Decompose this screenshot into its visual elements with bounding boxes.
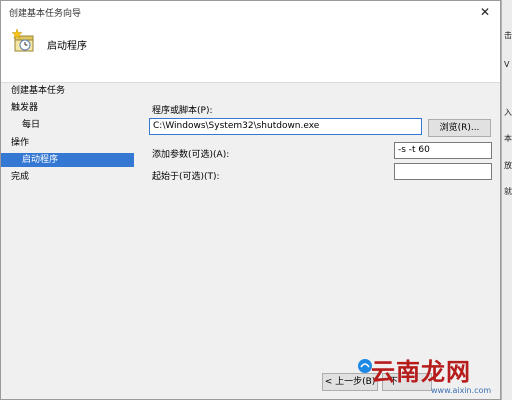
arguments-input[interactable]: -s -t 60 <box>394 142 492 159</box>
close-button[interactable]: ✕ <box>470 1 500 23</box>
step-label: 创建基本任务 <box>11 86 66 96</box>
wizard-header: 启动程序 <box>1 23 500 83</box>
step-action: 操作 <box>1 136 29 150</box>
start-in-input[interactable] <box>394 163 492 180</box>
arguments-label: 添加参数(可选)(A): <box>152 150 230 160</box>
step-label: 触发器 <box>11 103 39 113</box>
close-icon: ✕ <box>479 5 491 19</box>
step-start-program: 启动程序 <box>1 153 134 167</box>
program-label: 程序或脚本(P): <box>152 106 213 116</box>
browse-button[interactable]: 浏览(R)... <box>428 119 491 137</box>
wizard-steps: 创建基本任务 触发器 每日 操作 启动程序 完成 <box>1 84 136 399</box>
edge-char: 入 <box>504 108 512 117</box>
edge-char: 放 <box>504 161 512 170</box>
edge-char: 就 <box>504 187 512 196</box>
step-label: 操作 <box>11 138 30 148</box>
watermark-url: www.aixin.com <box>431 386 492 395</box>
window-title: 创建基本任务向导 <box>9 9 82 19</box>
edge-char: 本 <box>504 134 512 143</box>
step-label: 每日 <box>22 120 41 130</box>
step-daily: 每日 <box>1 118 134 132</box>
create-basic-task-wizard: 创建基本任务向导 ✕ 启动程序 创建基本任务 触发器 每日 操作 启动程序 完成… <box>0 0 501 400</box>
step-label: 启动程序 <box>22 155 59 165</box>
edge-char: V <box>504 60 510 69</box>
start-in-label: 起始于(可选)(T): <box>152 172 220 182</box>
step-trigger: 触发器 <box>1 101 38 115</box>
page-title: 启动程序 <box>47 41 87 52</box>
background-window-edge: 击 V 入 本 放 就 <box>501 0 512 400</box>
step-finish: 完成 <box>1 170 29 184</box>
watermark: 云南龙网 www.aixin.com <box>357 352 507 400</box>
step-create-basic-task: 创建基本任务 <box>1 84 65 98</box>
watermark-text: 云南龙网 <box>371 358 471 386</box>
task-clock-icon <box>11 28 34 52</box>
step-label: 完成 <box>11 172 30 182</box>
title-bar: 创建基本任务向导 ✕ <box>1 1 500 23</box>
edge-char: 击 <box>504 31 512 40</box>
program-input[interactable]: C:\Windows\System32\shutdown.exe <box>149 118 422 135</box>
